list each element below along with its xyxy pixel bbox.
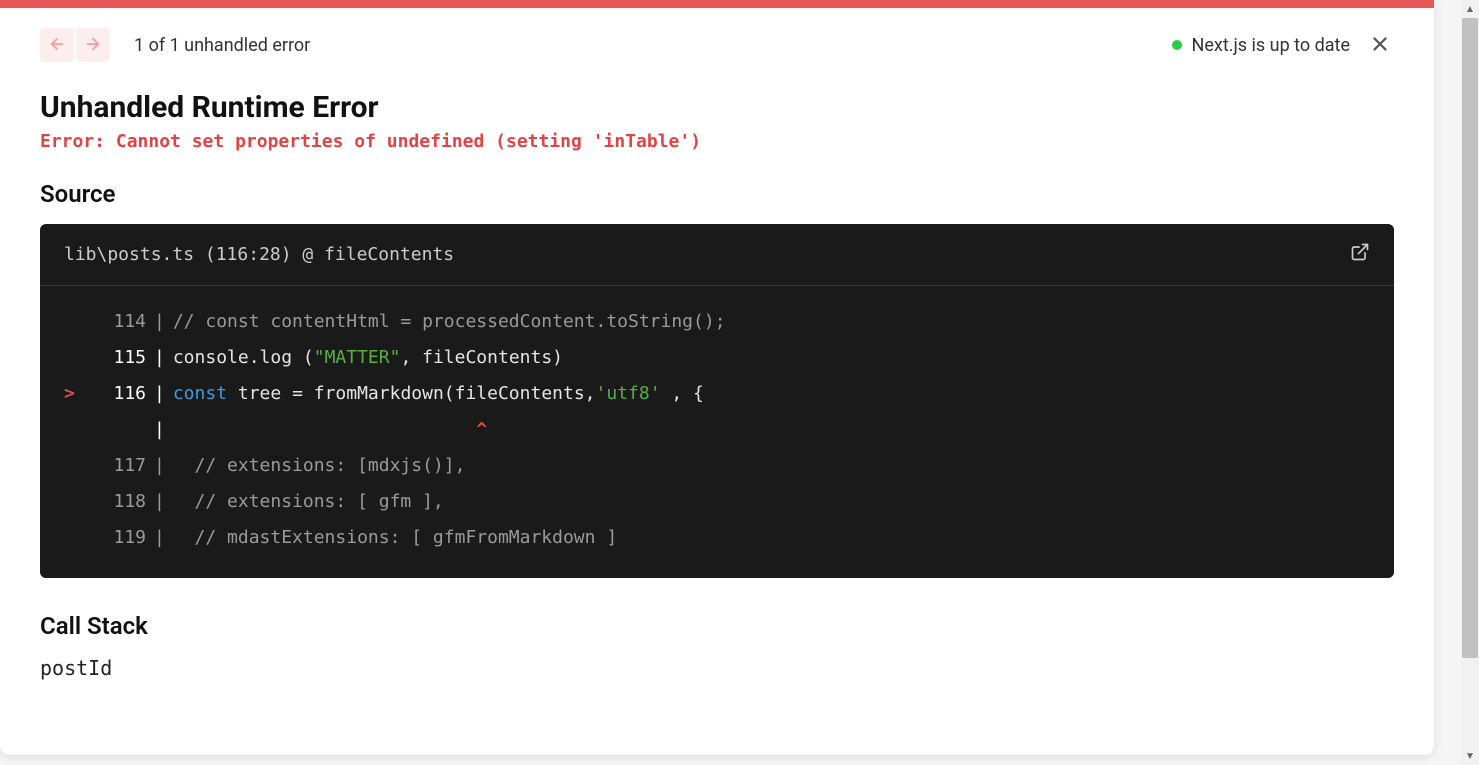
- error-overlay: 1 of 1 unhandled error Next.js is up to …: [0, 0, 1434, 755]
- overlay-content: 1 of 1 unhandled error Next.js is up to …: [0, 8, 1434, 755]
- prev-error-button[interactable]: [40, 28, 74, 62]
- code-line-116: > 116 | const tree = fromMarkdown(fileCo…: [64, 376, 1370, 412]
- arrow-right-icon: [84, 35, 102, 56]
- error-counter: 1 of 1 unhandled error: [134, 35, 310, 56]
- scrollbar-thumb[interactable]: [1462, 18, 1478, 658]
- code-caret-line: | ^: [64, 412, 1370, 448]
- nav-group: 1 of 1 unhandled error: [40, 28, 310, 62]
- overlay-top-accent: [0, 0, 1434, 8]
- next-error-button[interactable]: [76, 28, 110, 62]
- nav-buttons: [40, 28, 110, 62]
- callstack-item-0: postId: [40, 656, 1394, 680]
- code-line-117: 117 | // extensions: [mdxjs()],: [64, 448, 1370, 484]
- code-line-114: 114 | // const contentHtml = processedCo…: [64, 304, 1370, 340]
- code-line-115: 115 | console.log ("MATTER", fileContent…: [64, 340, 1370, 376]
- open-in-editor-button[interactable]: [1350, 242, 1370, 267]
- source-code-block: lib\posts.ts (116:28) @ fileContents 114…: [40, 224, 1394, 578]
- code-line-118: 118 | // extensions: [ gfm ],: [64, 484, 1370, 520]
- scroll-up-icon[interactable]: ▲: [1461, 0, 1479, 18]
- code-body: 114 | // const contentHtml = processedCo…: [40, 286, 1394, 578]
- source-heading: Source: [40, 180, 1394, 208]
- overlay-header: 1 of 1 unhandled error Next.js is up to …: [40, 28, 1394, 62]
- error-title: Unhandled Runtime Error: [40, 90, 1394, 125]
- error-message: Error: Cannot set properties of undefine…: [40, 131, 1394, 152]
- close-icon: [1369, 33, 1391, 58]
- status-dot-icon: [1172, 40, 1182, 50]
- callstack-heading: Call Stack: [40, 612, 1394, 640]
- vertical-scrollbar[interactable]: ▲ ▼: [1461, 0, 1479, 765]
- close-button[interactable]: [1366, 31, 1394, 59]
- code-header: lib\posts.ts (116:28) @ fileContents: [40, 224, 1394, 286]
- status-text: Next.js is up to date: [1192, 35, 1350, 56]
- arrow-left-icon: [48, 35, 66, 56]
- code-line-119: 119 | // mdastExtensions: [ gfmFromMarkd…: [64, 520, 1370, 556]
- scroll-down-icon[interactable]: ▼: [1461, 747, 1479, 765]
- caret-pointer-icon: ^: [173, 412, 487, 448]
- status-group: Next.js is up to date: [1172, 31, 1394, 59]
- error-line-marker-icon: >: [64, 376, 78, 412]
- source-location: lib\posts.ts (116:28) @ fileContents: [64, 244, 454, 265]
- external-link-icon: [1350, 246, 1370, 267]
